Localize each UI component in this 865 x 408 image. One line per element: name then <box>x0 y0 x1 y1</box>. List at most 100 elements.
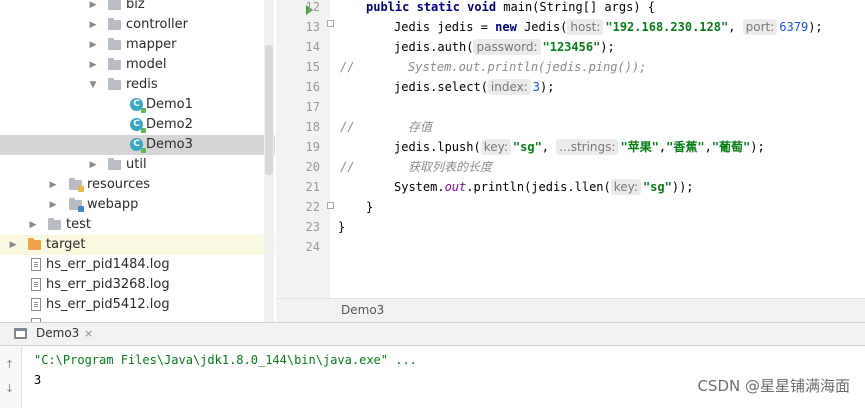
code-comment: System.out.println(jedis.ping()); <box>408 60 647 74</box>
code-line: Jedis jedis = new Jedis(host: "192.168.23… <box>394 19 823 35</box>
comment-marker: // <box>340 60 355 74</box>
code-line: jedis.auth(password: "123456"); <box>394 39 615 55</box>
tree-item-label: resources <box>87 177 151 192</box>
tree-item-demo3[interactable]: C Demo3 <box>0 135 275 155</box>
tree-item-log-5412[interactable]: hs_err_pid5412.log <box>0 295 275 315</box>
tree-item-controller[interactable]: ▶ controller <box>0 15 275 35</box>
chevron-right-icon[interactable]: ▶ <box>88 40 98 50</box>
tree-item-partial[interactable] <box>0 315 275 322</box>
fold-icon[interactable] <box>327 202 334 209</box>
folder-icon <box>48 218 61 230</box>
tree-item-model[interactable]: ▶ model <box>0 55 275 75</box>
code-line: } <box>366 200 374 214</box>
code-line: System.out.println(jedis.llen(key: "sg"))… <box>394 179 694 195</box>
text-file-icon <box>31 298 41 311</box>
code-comment: 获取列表的长度 <box>408 160 493 174</box>
parameter-hint: ...strings: <box>556 139 619 155</box>
tree-item-resources[interactable]: ▶ resources <box>0 175 275 195</box>
tree-item-label: hs_err_pid1484.log <box>46 257 170 272</box>
text-file-icon <box>31 278 41 291</box>
parameter-hint: key: <box>610 179 641 195</box>
line-number: 20 <box>305 160 320 174</box>
tree-item-label: webapp <box>87 197 139 212</box>
tree-item-log-3268[interactable]: hs_err_pid3268.log <box>0 275 275 295</box>
console-result: 3 <box>34 373 42 387</box>
folder-icon <box>108 78 121 90</box>
tree-item-label: biz <box>126 0 145 12</box>
chevron-right-icon[interactable]: ▶ <box>48 180 58 190</box>
watermark: CSDN @星星铺满海面 <box>697 377 850 395</box>
line-number: 21 <box>305 180 320 194</box>
chevron-right-icon[interactable]: ▶ <box>48 200 58 210</box>
parameter-hint: host: <box>567 19 604 35</box>
folder-icon <box>108 58 121 70</box>
text-file-icon <box>31 258 41 271</box>
line-number: 15 <box>305 60 320 74</box>
line-number: 22 <box>305 200 320 214</box>
run-config-icon <box>14 328 27 339</box>
run-panel-header <box>0 322 865 346</box>
chevron-right-icon[interactable]: ▶ <box>88 0 98 10</box>
tree-item-label: Demo2 <box>146 117 193 132</box>
chevron-right-icon[interactable]: ▶ <box>28 220 38 230</box>
folder-icon <box>108 158 121 170</box>
tree-item-label: mapper <box>126 37 177 52</box>
tree-item-test[interactable]: ▶ test <box>0 215 275 235</box>
code-line: jedis.lpush(key: "sg", ...strings: "苹果","香… <box>394 139 765 155</box>
folder-icon <box>108 0 121 10</box>
tree-item-label: controller <box>126 17 189 32</box>
excluded-folder-icon <box>28 238 41 250</box>
line-number: 24 <box>305 240 320 254</box>
run-tab-label: Demo3 <box>36 326 80 340</box>
java-class-icon: C <box>130 98 146 113</box>
comment-marker: // <box>340 120 355 134</box>
arrow-down-icon[interactable]: ↓ <box>5 382 14 395</box>
fold-icon[interactable] <box>327 20 334 27</box>
line-number: 18 <box>305 120 320 134</box>
tree-item-mapper[interactable]: ▶ mapper <box>0 35 275 55</box>
resources-folder-icon <box>69 178 84 192</box>
tree-item-label: hs_err_pid5412.log <box>46 297 170 312</box>
project-tree: ▶ biz ▶ controller ▶ mapper ▶ model ▼ re… <box>0 0 275 322</box>
tree-item-demo2[interactable]: C Demo2 <box>0 115 275 135</box>
tree-item-redis[interactable]: ▼ redis <box>0 75 275 95</box>
close-icon[interactable]: × <box>84 327 93 340</box>
code-comment: 存值 <box>408 120 433 134</box>
parameter-hint: password: <box>473 39 541 55</box>
tree-scrollbar[interactable] <box>264 0 274 322</box>
tree-item-util[interactable]: ▶ util <box>0 155 275 175</box>
code-line: jedis.select(index: 3); <box>394 79 555 95</box>
folder-icon <box>108 38 121 50</box>
arrow-up-icon[interactable]: ↑ <box>5 358 14 371</box>
tree-item-label: util <box>126 157 147 172</box>
line-number: 19 <box>305 140 320 154</box>
chevron-down-icon[interactable]: ▼ <box>88 80 98 90</box>
chevron-right-icon[interactable]: ▶ <box>88 20 98 30</box>
chevron-right-icon[interactable]: ▶ <box>88 160 98 170</box>
comment-marker: // <box>340 160 355 174</box>
tree-item-label: test <box>66 217 91 232</box>
tree-item-label: Demo3 <box>146 137 193 152</box>
parameter-hint: key: <box>480 139 511 155</box>
line-number: 23 <box>305 220 320 234</box>
folder-icon <box>108 18 121 30</box>
editor-breadcrumb-bar: Demo3 <box>276 298 865 323</box>
line-number: 16 <box>305 80 320 94</box>
tree-item-label: target <box>46 237 86 252</box>
console-command: "C:\Program Files\Java\jdk1.8.0_144\bin\… <box>34 353 417 367</box>
editor-breadcrumb[interactable]: Demo3 <box>341 303 384 317</box>
tree-item-demo1[interactable]: C Demo1 <box>0 95 275 115</box>
code-line: public static void main(String[] args) { <box>366 0 655 14</box>
chevron-right-icon[interactable]: ▶ <box>8 240 18 250</box>
tree-item-biz[interactable]: ▶ biz <box>0 0 275 15</box>
scrollbar-thumb[interactable] <box>265 45 273 175</box>
parameter-hint: index: <box>487 79 531 95</box>
parameter-hint: port: <box>742 19 778 35</box>
line-number: 13 <box>305 20 320 34</box>
chevron-right-icon[interactable]: ▶ <box>88 60 98 70</box>
tree-item-target[interactable]: ▶ target <box>0 235 275 255</box>
line-number: 12 <box>305 0 320 14</box>
tree-item-log-1484[interactable]: hs_err_pid1484.log <box>0 255 275 275</box>
tree-item-webapp[interactable]: ▶ webapp <box>0 195 275 215</box>
web-folder-icon <box>69 198 84 212</box>
